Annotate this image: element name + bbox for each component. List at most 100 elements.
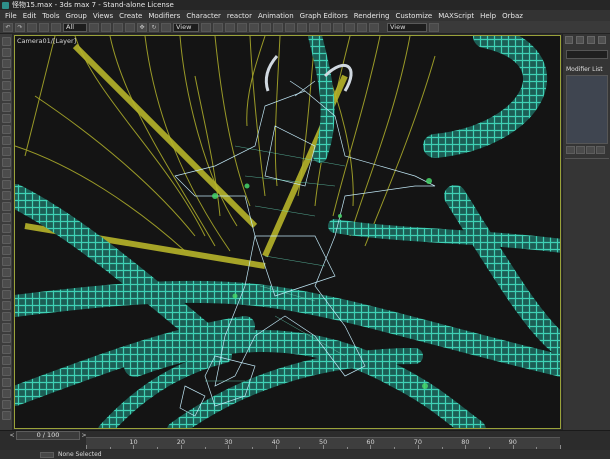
select-scale-icon[interactable] [161,22,171,32]
tool-icon-7[interactable] [1,103,11,112]
menu-orbaz[interactable]: Orbaz [500,12,527,20]
remove-modifier-icon[interactable] [596,146,605,154]
tool-icon-13[interactable] [1,169,11,178]
menu-rendering[interactable]: Rendering [352,12,394,20]
menu-modifiers[interactable]: Modifiers [146,12,184,20]
tool-icon-22[interactable] [1,268,11,277]
tool-icon-15[interactable] [1,191,11,200]
window-crossing-icon[interactable] [125,22,135,32]
tool-icon-14[interactable] [1,180,11,189]
modifier-stack[interactable] [566,75,608,144]
render-last-icon[interactable] [429,22,439,32]
tool-icon-34[interactable] [1,400,11,409]
tool-icon-11[interactable] [1,147,11,156]
menu-help[interactable]: Help [478,12,500,20]
region-select-icon[interactable] [113,22,123,32]
tool-icon-21[interactable] [1,257,11,266]
show-end-result-icon[interactable] [576,146,585,154]
named-selection-dropdown[interactable]: View [387,22,427,32]
select-by-name-icon[interactable] [101,22,111,32]
pin-stack-icon[interactable] [566,146,575,154]
menu-reactor[interactable]: reactor [225,12,256,20]
tool-icon-3[interactable] [1,59,11,68]
tool-icon-27[interactable] [1,323,11,332]
mirror-icon[interactable] [285,22,295,32]
tool-icon-28[interactable] [1,334,11,343]
percent-snap-icon[interactable] [249,22,259,32]
menu-graph-editors[interactable]: Graph Editors [298,12,352,20]
app-icon[interactable] [2,1,9,9]
quick-render-icon[interactable] [369,22,379,32]
tool-icon-33[interactable] [1,389,11,398]
select-object-icon[interactable] [89,22,99,32]
modifier-list-dropdown[interactable]: Modifier List [566,66,603,73]
tool-icon-29[interactable] [1,345,11,354]
camera-viewport[interactable]: Camera01/[Layer] [14,35,561,429]
menu-maxscript[interactable]: MAXScript [436,12,478,20]
select-link-icon[interactable] [27,22,37,32]
tool-icon-2[interactable] [1,48,11,57]
tool-icon-16[interactable] [1,202,11,211]
tool-icon-10[interactable] [1,136,11,145]
time-prev-button[interactable]: < [8,432,16,439]
tool-icon-9[interactable] [1,125,11,134]
curve-editor-icon[interactable] [321,22,331,32]
select-move-icon[interactable]: ✥ [137,22,147,32]
snap-toggle-icon[interactable] [225,22,235,32]
bind-space-warp-icon[interactable] [51,22,61,32]
menu-customize[interactable]: Customize [393,12,436,20]
timeline-tick-label: 90 [508,438,517,446]
spinner-snap-icon[interactable] [261,22,271,32]
redo-icon[interactable]: ↷ [15,22,25,32]
pivot-center-icon[interactable] [201,22,211,32]
tool-icon-4[interactable] [1,70,11,79]
select-manipulate-icon[interactable] [213,22,223,32]
undo-icon[interactable]: ↶ [3,22,13,32]
tool-icon-32[interactable] [1,378,11,387]
angle-snap-icon[interactable] [237,22,247,32]
tool-icon-31[interactable] [1,367,11,376]
motion-tab-icon[interactable] [598,36,606,44]
material-editor-icon[interactable] [345,22,355,32]
render-scene-icon[interactable] [357,22,367,32]
tool-icon-19[interactable] [1,235,11,244]
menu-tools[interactable]: Tools [40,12,63,20]
make-unique-icon[interactable] [586,146,595,154]
tool-icon-35[interactable] [1,411,11,420]
tool-icon-20[interactable] [1,246,11,255]
create-tab-icon[interactable] [565,36,573,44]
menu-group[interactable]: Group [64,12,91,20]
tool-icon-1[interactable] [1,37,11,46]
tool-icon-6[interactable] [1,92,11,101]
hierarchy-tab-icon[interactable] [587,36,595,44]
menu-edit[interactable]: Edit [21,12,41,20]
time-slider[interactable]: 0 / 100 [16,431,80,440]
schematic-view-icon[interactable] [333,22,343,32]
tool-icon-18[interactable] [1,224,11,233]
tool-icon-17[interactable] [1,213,11,222]
tool-icon-26[interactable] [1,312,11,321]
tool-icon-23[interactable] [1,279,11,288]
layer-manager-icon[interactable] [309,22,319,32]
tool-icon-25[interactable] [1,301,11,310]
reference-coord-dropdown[interactable]: View [173,22,199,32]
select-rotate-icon[interactable]: ↻ [149,22,159,32]
unlink-icon[interactable] [39,22,49,32]
selection-filter-dropdown[interactable]: All [63,22,87,32]
align-icon[interactable] [297,22,307,32]
tool-icon-30[interactable] [1,356,11,365]
tool-icon-5[interactable] [1,81,11,90]
object-name-field[interactable] [566,50,608,59]
menu-file[interactable]: File [3,12,21,20]
track-bar[interactable]: 10 20 30 40 50 60 70 80 90 [86,437,561,449]
viewport-label[interactable]: Camera01/[Layer] [17,37,76,45]
menu-character[interactable]: Character [184,12,225,20]
tool-icon-12[interactable] [1,158,11,167]
edit-named-selection-icon[interactable] [273,22,283,32]
modify-tab-icon[interactable] [576,36,584,44]
menu-animation[interactable]: Animation [256,12,298,20]
tool-icon-24[interactable] [1,290,11,299]
tool-icon-8[interactable] [1,114,11,123]
menu-create[interactable]: Create [117,12,146,20]
menu-views[interactable]: Views [91,12,117,20]
